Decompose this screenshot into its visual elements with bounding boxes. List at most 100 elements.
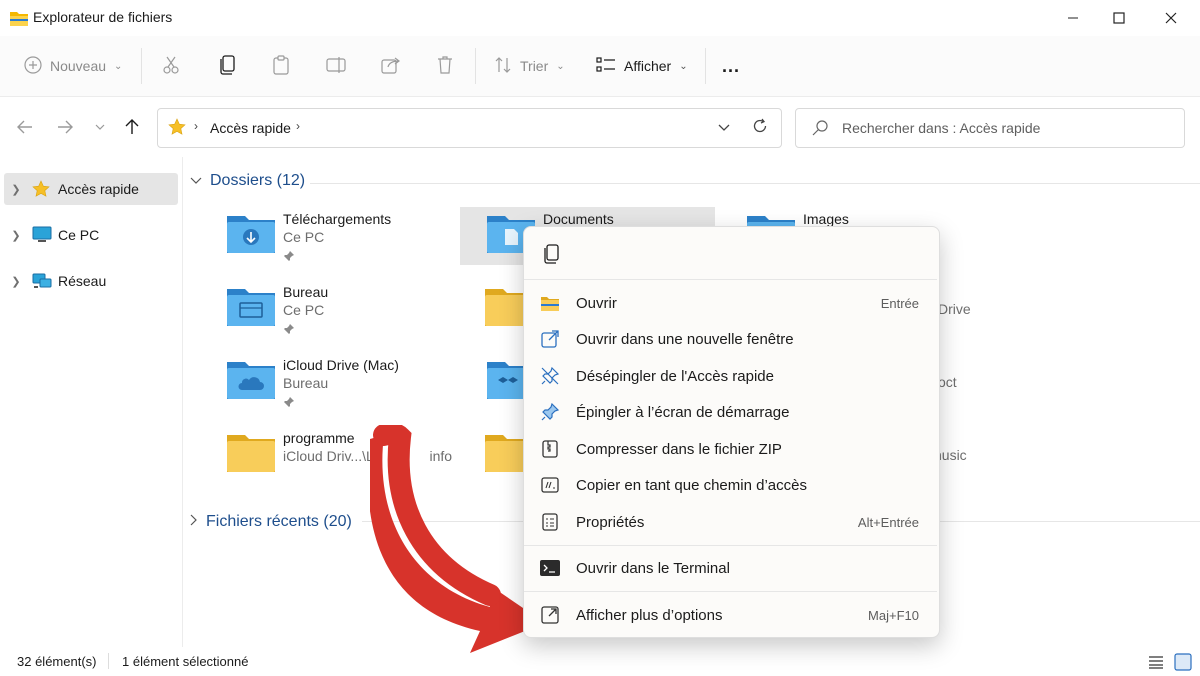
status-bar: 32 élément(s) 1 élément sélectionné bbox=[0, 648, 1200, 676]
sidebar-item-label: Réseau bbox=[58, 273, 107, 289]
sort-button[interactable]: Trier ⌄ bbox=[494, 50, 565, 82]
menu-item-label: Copier en tant que chemin d’accès bbox=[576, 476, 807, 494]
view-label: Afficher bbox=[624, 58, 672, 74]
menu-item-shortcut: Alt+Entrée bbox=[857, 514, 919, 530]
sidebar-item-this-pc[interactable]: ❯ Ce PC bbox=[4, 219, 178, 251]
menu-item-more-options[interactable]: Afficher plus d’options Maj+F10 bbox=[528, 597, 933, 633]
more-options-button[interactable]: ... bbox=[722, 50, 740, 82]
view-button[interactable]: Afficher ⌄ bbox=[596, 50, 688, 82]
new-label: Nouveau bbox=[50, 58, 107, 74]
menu-divider bbox=[524, 545, 937, 546]
window-title: Explorateur de fichiers bbox=[33, 9, 173, 25]
menu-item-label: Épingler à l’écran de démarrage bbox=[576, 403, 790, 421]
delete-button[interactable] bbox=[436, 50, 454, 82]
breadcrumb-chevron-icon[interactable]: › bbox=[296, 119, 300, 133]
menu-item-pin-start[interactable]: Épingler à l’écran de démarrage bbox=[528, 394, 933, 430]
folder-name: Documents bbox=[543, 211, 614, 227]
toolbar-divider bbox=[475, 48, 476, 84]
recent-locations-button[interactable] bbox=[88, 115, 112, 139]
selection-count: 1 élément sélectionné bbox=[122, 654, 249, 669]
menu-item-copy-path[interactable]: Copier en tant que chemin d’accès bbox=[528, 467, 933, 503]
star-icon bbox=[32, 179, 54, 199]
context-menu: Ouvrir Entrée Ouvrir dans une nouvelle f… bbox=[523, 226, 940, 638]
forward-button[interactable] bbox=[53, 115, 77, 139]
menu-item-properties[interactable]: Propriétés Alt+Entrée bbox=[528, 504, 933, 540]
address-bar[interactable]: › Accès rapide › bbox=[157, 108, 782, 148]
sort-label: Trier bbox=[520, 58, 549, 74]
folder-tile-icloud[interactable]: iCloud Drive (Mac) Bureau bbox=[227, 353, 477, 417]
folder-location: Ce PC bbox=[283, 229, 325, 245]
expand-chevron-icon[interactable]: ❯ bbox=[4, 229, 28, 242]
new-window-icon bbox=[540, 329, 560, 349]
expand-chevron-icon[interactable]: ❯ bbox=[4, 183, 28, 196]
recent-files-group-header[interactable]: Fichiers récents (20) bbox=[190, 513, 352, 531]
expand-chevron-icon[interactable]: ❯ bbox=[4, 275, 28, 288]
group-divider bbox=[310, 183, 1200, 184]
icloud-folder-icon bbox=[227, 359, 275, 404]
breadcrumb-location[interactable]: Accès rapide bbox=[210, 120, 291, 136]
toolbar-divider bbox=[705, 48, 706, 84]
menu-item-label: Compresser dans le fichier ZIP bbox=[576, 440, 782, 458]
recent-header-label: Fichiers récents (20) bbox=[206, 513, 352, 530]
back-button[interactable] bbox=[13, 115, 37, 139]
copy-icon[interactable] bbox=[542, 244, 560, 269]
menu-item-label: Propriétés bbox=[576, 513, 645, 531]
folder-name: Images bbox=[803, 211, 849, 227]
details-view-icon[interactable] bbox=[1148, 655, 1164, 672]
menu-item-label: Désépingler de l'Accès rapide bbox=[576, 367, 774, 385]
menu-item-open-new-window[interactable]: Ouvrir dans une nouvelle fenêtre bbox=[528, 321, 933, 357]
close-button[interactable] bbox=[1148, 0, 1194, 36]
share-icon bbox=[381, 56, 401, 77]
more-options-icon bbox=[540, 605, 560, 625]
up-button[interactable] bbox=[120, 115, 144, 139]
menu-item-compress-zip[interactable]: Compresser dans le fichier ZIP bbox=[528, 431, 933, 467]
title-bar: Explorateur de fichiers bbox=[0, 0, 1200, 36]
menu-item-open[interactable]: Ouvrir Entrée bbox=[528, 285, 933, 321]
maximize-button[interactable] bbox=[1096, 0, 1142, 36]
refresh-icon[interactable] bbox=[752, 118, 768, 139]
folders-header-label: Dossiers (12) bbox=[210, 172, 306, 189]
rename-button[interactable] bbox=[326, 50, 346, 82]
partial-location-text: oct bbox=[938, 374, 957, 390]
paste-button[interactable] bbox=[272, 50, 290, 82]
sidebar-item-network[interactable]: ❯ Réseau bbox=[4, 265, 178, 297]
expand-chevron-icon bbox=[190, 513, 198, 531]
new-button[interactable]: Nouveau ⌄ bbox=[24, 50, 122, 82]
chevron-down-icon: ⌄ bbox=[679, 60, 688, 72]
search-placeholder: Rechercher dans : Accès rapide bbox=[842, 120, 1041, 136]
rename-icon bbox=[326, 56, 346, 77]
folder-name: Téléchargements bbox=[283, 211, 392, 227]
menu-item-label: Ouvrir dans le Terminal bbox=[576, 559, 730, 577]
tiles-view-icon[interactable] bbox=[1174, 653, 1192, 674]
copy-path-icon bbox=[540, 475, 560, 495]
menu-item-unpin[interactable]: Désépingler de l'Accès rapide bbox=[528, 358, 933, 394]
folder-tile-downloads[interactable]: Téléchargements Ce PC bbox=[227, 207, 477, 271]
folder-location: Ce PC bbox=[283, 302, 325, 318]
toolbar-divider bbox=[141, 48, 142, 84]
share-button[interactable] bbox=[381, 50, 401, 82]
folder-name: iCloud Drive (Mac) bbox=[283, 357, 399, 373]
chevron-down-icon: ⌄ bbox=[556, 60, 565, 72]
search-input[interactable]: Rechercher dans : Accès rapide bbox=[795, 108, 1185, 148]
menu-item-open-terminal[interactable]: Ouvrir dans le Terminal bbox=[528, 550, 933, 586]
copy-icon bbox=[218, 54, 236, 78]
cut-button[interactable] bbox=[162, 50, 180, 82]
scissors-icon bbox=[162, 55, 180, 78]
address-dropdown-icon[interactable] bbox=[718, 120, 730, 138]
menu-divider bbox=[524, 279, 937, 280]
zip-icon bbox=[540, 439, 560, 459]
sidebar-item-quick-access[interactable]: ❯ Accès rapide bbox=[4, 173, 178, 205]
pin-icon bbox=[283, 395, 295, 413]
search-icon bbox=[812, 120, 828, 141]
chevron-down-icon: ⌄ bbox=[114, 60, 123, 72]
clipboard-icon bbox=[272, 54, 290, 78]
folder-location: Bureau bbox=[283, 375, 329, 391]
folders-group-header[interactable]: Dossiers (12) bbox=[190, 172, 305, 190]
copy-button[interactable] bbox=[218, 50, 236, 82]
menu-item-label: Afficher plus d’options bbox=[576, 606, 723, 624]
star-icon bbox=[168, 118, 186, 141]
minimize-button[interactable] bbox=[1050, 0, 1096, 36]
folder-tile-desktop[interactable]: Bureau Ce PC bbox=[227, 280, 477, 344]
properties-icon bbox=[540, 512, 560, 532]
monitor-icon bbox=[32, 225, 54, 245]
